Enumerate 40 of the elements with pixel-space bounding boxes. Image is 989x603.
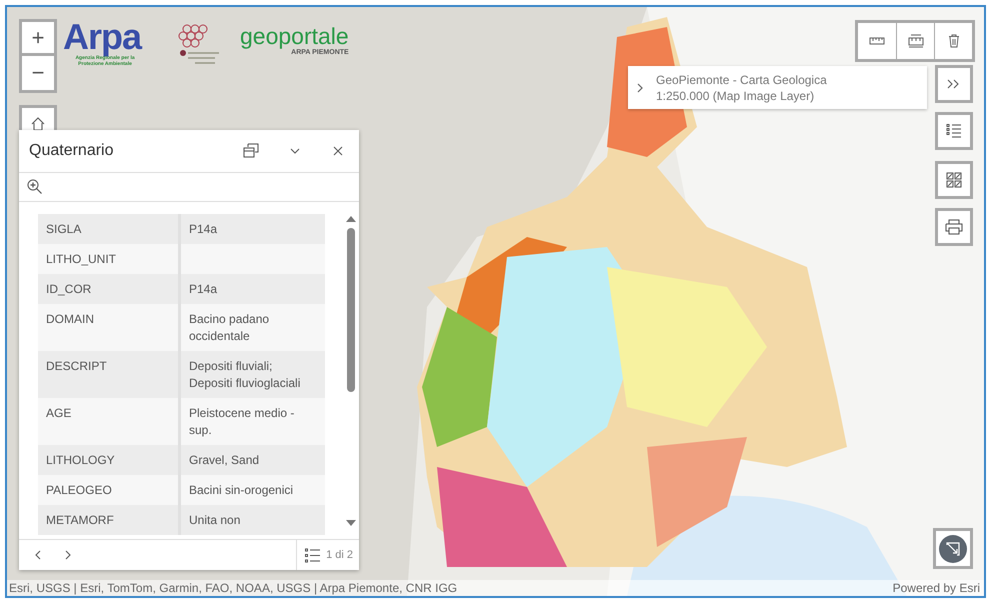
print-icon xyxy=(945,219,963,235)
ruler-icon xyxy=(869,36,885,46)
field-value: P14a xyxy=(188,281,218,298)
field-value: Bacini sin-orogenici xyxy=(188,482,294,499)
chevron-down-icon xyxy=(290,148,300,154)
chevron-right-icon xyxy=(636,82,644,94)
geoportale-logo-wordmark: geoportale xyxy=(240,23,349,49)
home-icon xyxy=(30,116,46,132)
layer-subtitle: 1:250.000 (Map Image Layer) xyxy=(656,88,816,104)
field-value: Unita non xyxy=(188,512,242,529)
feature-pager-button[interactable]: 1 di 2 xyxy=(296,540,359,570)
chevron-left-icon xyxy=(35,550,41,560)
list-icon xyxy=(946,123,962,139)
dock-icon xyxy=(243,143,259,159)
scrollbar[interactable] xyxy=(346,214,356,528)
zoom-in-icon xyxy=(27,179,43,195)
field-value: Gravel, Sand xyxy=(188,452,260,469)
field-value: P14a xyxy=(188,221,218,238)
field-value: Bacino padano occidentale xyxy=(188,311,270,345)
basemap-button[interactable] xyxy=(935,161,973,199)
close-icon xyxy=(333,146,343,156)
field-value: Depositi fluviali; Depositi fluvioglaciali xyxy=(188,358,302,392)
layer-list-button[interactable] xyxy=(935,112,973,150)
attribution-text: Esri, USGS | Esri, TomTom, Garmin, FAO, NOAA, USGS | Arpa Piemonte, CNR IGG xyxy=(9,581,458,595)
powered-by-text: Powered by Esri xyxy=(892,581,980,595)
chevron-right-icon xyxy=(65,550,71,560)
field-name: METAMORF xyxy=(38,505,181,535)
arpa-logo-wordmark: Arpa xyxy=(63,19,142,55)
list-icon xyxy=(305,548,320,562)
grid-icon xyxy=(946,172,962,188)
layer-title: GeoPiemonte - Carta Geologica xyxy=(656,72,827,88)
field-value: Pleistocene medio - sup. xyxy=(188,405,296,439)
zoom-in-button[interactable]: + xyxy=(19,19,57,56)
print-button[interactable] xyxy=(935,208,973,246)
zoom-out-button[interactable]: − xyxy=(19,56,57,93)
popup-title: Quaternario xyxy=(29,142,114,160)
trash-icon xyxy=(948,34,960,48)
double-chevron-icon xyxy=(947,79,961,89)
overview-button[interactable] xyxy=(933,528,973,569)
area-ruler-icon xyxy=(908,34,924,48)
